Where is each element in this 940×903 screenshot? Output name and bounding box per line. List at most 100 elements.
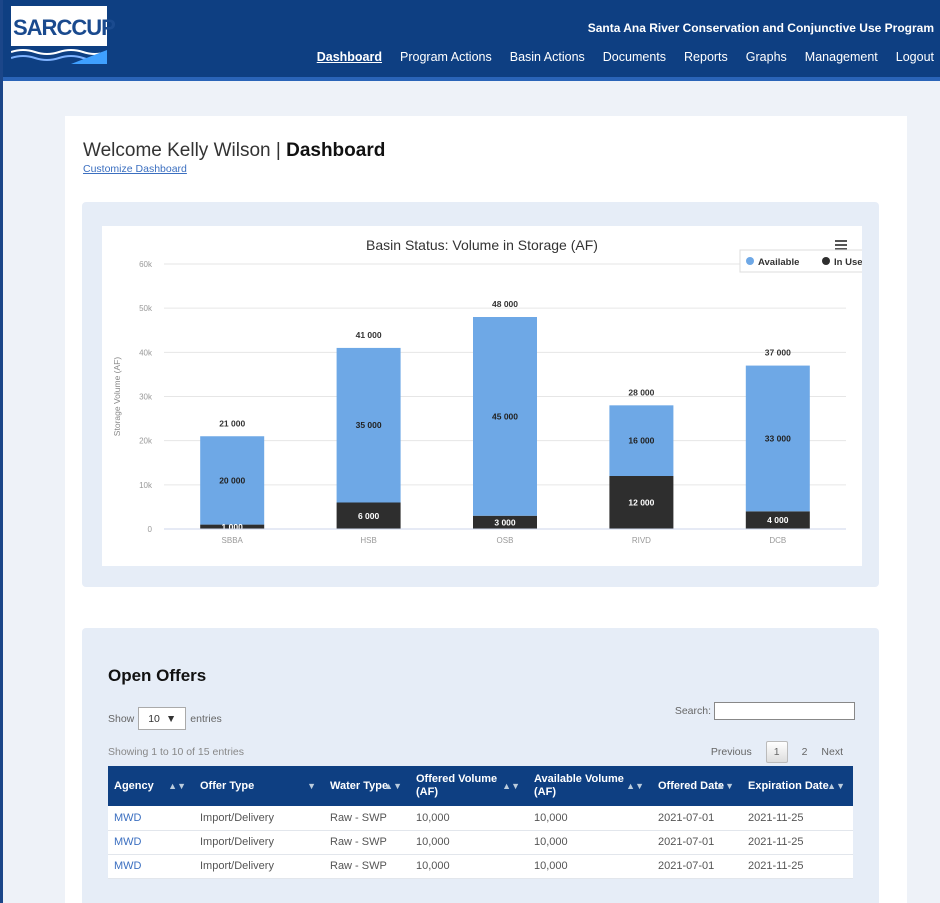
open-offers-table: Agency ▲▼ Offer Type ▼ Water Type ▲▼ Offere…	[108, 766, 853, 879]
available-volume-cell: 10,000	[528, 854, 652, 879]
offer-type-cell: Import/Delivery	[194, 806, 324, 831]
y-tick-label: 50k	[139, 304, 153, 313]
nav-documents[interactable]: Documents	[603, 50, 666, 64]
sort-icon: ▲▼	[716, 781, 734, 791]
nav-reports[interactable]: Reports	[684, 50, 728, 64]
column-label: Agency	[114, 779, 154, 792]
legend-marker	[746, 257, 754, 265]
column-water-type[interactable]: Water Type ▲▼	[324, 766, 410, 806]
water-type-cell: Raw - SWP	[324, 806, 410, 831]
data-label-available: 35 000	[356, 420, 382, 430]
column-expiration-date[interactable]: Expiration Date ▲▼	[742, 766, 853, 806]
column-label: Offered Volume (AF)	[416, 773, 498, 798]
water-type-cell: Raw - SWP	[324, 830, 410, 855]
offered-volume-cell: 10,000	[410, 806, 528, 831]
search-control: Search:	[675, 702, 855, 720]
main-nav: Dashboard Program Actions Basin Actions …	[299, 50, 934, 64]
sarccup-logo[interactable]: SARCCUP	[11, 6, 116, 66]
column-offer-type[interactable]: Offer Type ▼	[194, 766, 324, 806]
hamburger-icon-line	[835, 240, 847, 242]
nav-logout[interactable]: Logout	[896, 50, 934, 64]
sort-icon: ▲▼	[827, 781, 845, 791]
x-tick-label: SBBA	[222, 536, 244, 545]
open-offers-panel: Open Offers Show 10 ▼ entries Search: Sh…	[82, 628, 879, 903]
column-label: Offered Date	[658, 779, 725, 792]
x-tick-label: RIVD	[632, 536, 651, 545]
table-row: MWD Import/Delivery Raw - SWP 10,000 10,…	[108, 806, 853, 831]
page-name: Dashboard	[286, 140, 386, 161]
data-label-in-use: 6 000	[358, 511, 380, 521]
expiration-date-cell: 2021-11-25	[742, 806, 853, 831]
legend-item-in-use: In Use	[834, 257, 862, 268]
open-offers-title: Open Offers	[108, 666, 207, 685]
offered-volume-cell: 10,000	[410, 854, 528, 879]
nav-dashboard[interactable]: Dashboard	[317, 50, 382, 64]
column-offered-date[interactable]: Offered Date ▲▼	[652, 766, 742, 806]
legend-marker	[822, 257, 830, 265]
available-volume-cell: 10,000	[528, 806, 652, 831]
data-label-available: 33 000	[765, 433, 791, 443]
next-page-button[interactable]: Next	[821, 746, 843, 758]
x-tick-label: OSB	[497, 536, 514, 545]
welcome-text: Welcome Kelly Wilson |	[83, 140, 287, 161]
hamburger-icon[interactable]	[835, 240, 847, 250]
agency-link[interactable]: MWD	[108, 830, 194, 855]
agency-link[interactable]: MWD	[108, 854, 194, 879]
hamburger-icon-line	[835, 244, 847, 246]
column-available-volume[interactable]: Available Volume (AF) ▲▼	[528, 766, 652, 806]
column-label: Water Type	[330, 779, 389, 792]
column-label: Expiration Date	[748, 779, 829, 792]
data-label-in-use: 3 000	[494, 517, 516, 527]
nav-basin-actions[interactable]: Basin Actions	[510, 50, 585, 64]
page-size-select[interactable]: 10 ▼	[138, 707, 187, 730]
agency-link[interactable]: MWD	[108, 806, 194, 831]
table-header-row: Agency ▲▼ Offer Type ▼ Water Type ▲▼ Offere…	[108, 766, 853, 806]
pagination: Previous 1 2 Next	[697, 741, 843, 763]
dashboard-card: Welcome Kelly Wilson | Dashboard Customi…	[65, 116, 907, 903]
page-1-button[interactable]: 1	[765, 741, 788, 763]
page-2-button[interactable]: 2	[802, 746, 808, 758]
nav-graphs[interactable]: Graphs	[746, 50, 787, 64]
search-input[interactable]	[714, 702, 855, 720]
y-axis-label: Storage Volume (AF)	[112, 357, 122, 437]
customize-dashboard-link[interactable]: Customize Dashboard	[83, 163, 187, 175]
available-volume-cell: 10,000	[528, 830, 652, 855]
logo-text: SARCCUP	[11, 6, 116, 46]
basin-status-chart: Basin Status: Volume in Storage (AF) 0 10k…	[102, 226, 862, 566]
column-offered-volume[interactable]: Offered Volume (AF) ▲▼	[410, 766, 528, 806]
logo-waves-icon	[11, 49, 107, 64]
offered-volume-cell: 10,000	[410, 830, 528, 855]
data-label-in-use: 4 000	[767, 515, 789, 525]
y-tick-label: 20k	[139, 437, 153, 446]
chart-svg: Basin Status: Volume in Storage (AF) 0 10k…	[112, 237, 862, 545]
data-label-available: 20 000	[219, 475, 245, 485]
y-tick-label: 30k	[139, 393, 153, 402]
offer-type-cell: Import/Delivery	[194, 854, 324, 879]
app-header: SARCCUP Santa Ana River Conservation and…	[3, 0, 940, 77]
x-tick-label: DCB	[769, 536, 786, 545]
y-tick-label: 0	[148, 525, 153, 534]
offered-date-cell: 2021-07-01	[652, 806, 742, 831]
basin-status-panel: Basin Status: Volume in Storage (AF) 0 10k…	[82, 202, 879, 587]
y-tick-label: 40k	[139, 348, 153, 357]
data-label-total: 41 000	[356, 330, 382, 340]
sort-icon: ▲▼	[502, 781, 520, 791]
data-label-total: 21 000	[219, 418, 245, 428]
y-tick-label: 60k	[139, 260, 153, 269]
search-label: Search:	[674, 705, 711, 717]
nav-program-actions[interactable]: Program Actions	[400, 50, 492, 64]
data-label-total: 37 000	[765, 348, 791, 358]
showing-entries-text: Showing 1 to 10 of 15 entries	[108, 746, 245, 758]
page-title: Welcome Kelly Wilson | Dashboard	[83, 140, 385, 162]
column-agency[interactable]: Agency ▲▼	[108, 766, 194, 806]
chevron-down-icon: ▼	[165, 712, 177, 725]
column-label: Offer Type	[200, 779, 255, 792]
sort-icon: ▼	[307, 781, 316, 791]
expiration-date-cell: 2021-11-25	[742, 830, 853, 855]
offered-date-cell: 2021-07-01	[652, 830, 742, 855]
chart-title: Basin Status: Volume in Storage (AF)	[366, 237, 598, 253]
nav-management[interactable]: Management	[805, 50, 878, 64]
page-size-control: Show 10 ▼ entries	[108, 707, 222, 730]
table-row: MWD Import/Delivery Raw - SWP 10,000 10,…	[108, 830, 853, 855]
previous-page-button[interactable]: Previous	[711, 746, 752, 758]
